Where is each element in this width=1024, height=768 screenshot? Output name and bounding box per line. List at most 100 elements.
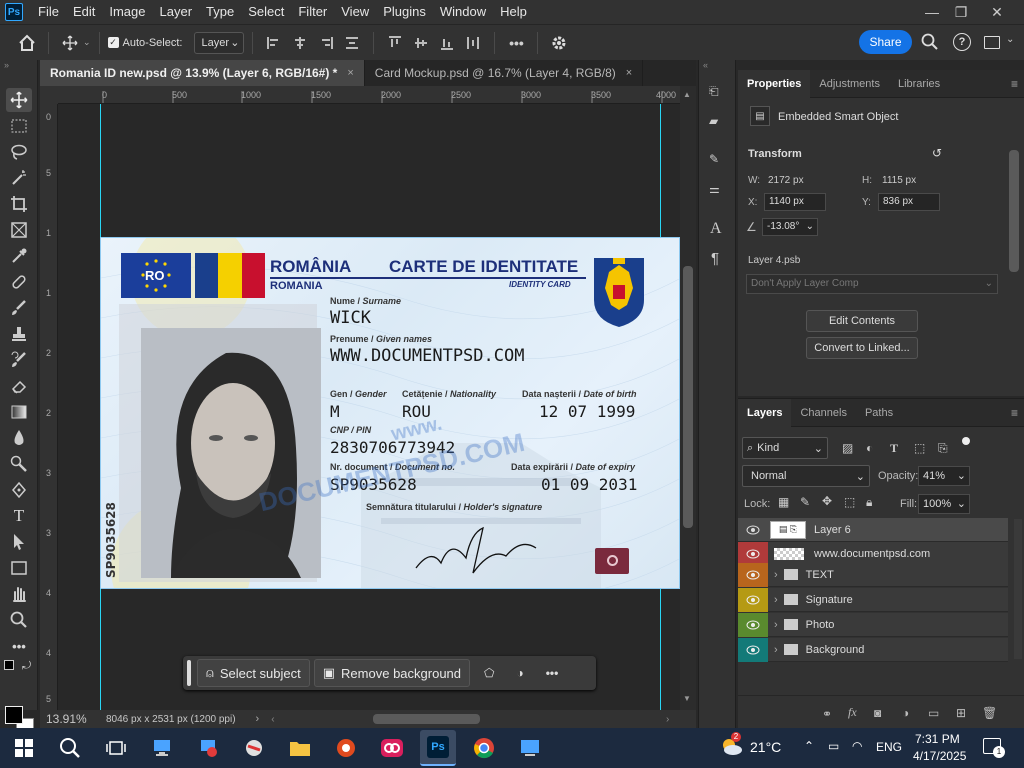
- temperature[interactable]: 21°C: [750, 739, 781, 755]
- gradient-icon[interactable]: [6, 400, 32, 424]
- collapse-icon[interactable]: »: [4, 60, 9, 70]
- chevron-right-icon[interactable]: ›: [256, 713, 260, 725]
- chevron-right-icon[interactable]: ›: [774, 619, 778, 631]
- layer-filter-kind[interactable]: ⌕ Kind ⌄: [742, 437, 828, 459]
- rectangle-tool-icon[interactable]: [6, 556, 32, 580]
- minimize-icon[interactable]: —: [917, 0, 947, 24]
- add-mask-icon[interactable]: ◙: [874, 706, 881, 720]
- drag-handle[interactable]: [187, 660, 191, 686]
- new-group-icon[interactable]: ▭: [928, 706, 939, 720]
- share-button[interactable]: Share: [859, 30, 912, 54]
- y-position-input[interactable]: 836 px: [878, 193, 940, 211]
- battery-icon[interactable]: ▭: [828, 739, 839, 753]
- x-position-input[interactable]: 1140 px: [764, 193, 826, 211]
- hand-tool-icon[interactable]: [6, 582, 32, 606]
- task-view-icon[interactable]: [98, 730, 134, 766]
- swap-colors-icon[interactable]: ⤾: [22, 660, 31, 673]
- default-colors-icon[interactable]: [4, 660, 14, 670]
- panel-menu-icon[interactable]: ≡: [1011, 406, 1018, 420]
- chevron-right-icon[interactable]: ›: [774, 569, 778, 581]
- panel-menu-icon[interactable]: ≡: [1011, 77, 1018, 91]
- adjustments-icon[interactable]: ⚌: [709, 182, 720, 196]
- character-icon[interactable]: A: [710, 220, 722, 238]
- filter-pixel-icon[interactable]: ▨: [842, 441, 853, 455]
- this-pc-icon[interactable]: [144, 730, 180, 766]
- layer-row[interactable]: ▤ ⎘ Layer 6: [738, 518, 1008, 542]
- chevron-down-icon[interactable]: ⌄: [83, 37, 91, 48]
- autoselect-checkbox[interactable]: ✓: [107, 37, 119, 48]
- menu-image[interactable]: Image: [102, 0, 152, 24]
- network-pc-icon[interactable]: [190, 730, 226, 766]
- magic-wand-icon[interactable]: [6, 166, 32, 190]
- filter-toggle-icon[interactable]: [962, 437, 970, 445]
- tab-romania-id[interactable]: Romania ID new.psd @ 13.9% (Layer 6, RGB…: [40, 60, 365, 86]
- control-panel-icon[interactable]: [236, 730, 272, 766]
- filter-shape-icon[interactable]: ⬚: [914, 441, 925, 455]
- link-layers-icon[interactable]: ⚭: [822, 707, 832, 721]
- zoom-tool-icon[interactable]: [6, 608, 32, 632]
- menu-plugins[interactable]: Plugins: [376, 0, 433, 24]
- clone-stamp-icon[interactable]: [6, 322, 32, 346]
- eye-icon[interactable]: [738, 612, 768, 637]
- menu-edit[interactable]: Edit: [66, 0, 102, 24]
- tab-libraries[interactable]: Libraries: [889, 70, 949, 98]
- menu-layer[interactable]: Layer: [153, 0, 200, 24]
- tab-layers[interactable]: Layers: [738, 398, 792, 427]
- select-subject-button[interactable]: ⍝ Select subject: [197, 659, 310, 687]
- close-window-icon[interactable]: ✕: [982, 0, 1012, 24]
- workspace-icon[interactable]: [984, 36, 1000, 49]
- layer-row[interactable]: › Photo: [738, 612, 1008, 637]
- language-indicator[interactable]: ENG: [876, 740, 902, 754]
- eye-icon[interactable]: [738, 587, 768, 612]
- help-icon[interactable]: ?: [953, 33, 971, 51]
- marquee-tool-icon[interactable]: [6, 114, 32, 138]
- type-tool-icon[interactable]: T: [6, 504, 32, 528]
- scroll-right-icon[interactable]: ›: [666, 714, 669, 725]
- restore-icon[interactable]: ❐: [946, 0, 976, 24]
- foreground-color-swatch[interactable]: [5, 706, 23, 724]
- angle-input[interactable]: -13.08° ⌄: [762, 218, 818, 236]
- photoshop-taskbar-icon[interactable]: Ps: [420, 730, 456, 766]
- brush-settings-icon[interactable]: ✎: [709, 152, 719, 166]
- windows-start-icon[interactable]: [6, 730, 42, 766]
- paragraph-icon[interactable]: ¶: [711, 250, 719, 267]
- menu-window[interactable]: Window: [433, 0, 493, 24]
- search-icon[interactable]: [52, 730, 88, 766]
- notification-icon[interactable]: 1: [983, 738, 1005, 758]
- fill-input[interactable]: 100% ⌄: [918, 494, 970, 514]
- lasso-tool-icon[interactable]: [6, 140, 32, 164]
- distribute-icon[interactable]: [339, 30, 365, 56]
- search-icon[interactable]: [921, 33, 939, 54]
- menu-view[interactable]: View: [334, 0, 376, 24]
- more-options-icon[interactable]: •••: [503, 30, 529, 56]
- close-tab-icon[interactable]: ×: [626, 67, 632, 79]
- menu-file[interactable]: File: [31, 0, 66, 24]
- scroll-thumb[interactable]: [683, 266, 693, 528]
- chevron-right-icon[interactable]: ›: [774, 644, 778, 656]
- dodge-tool-icon[interactable]: [6, 452, 32, 476]
- adjustment-icon[interactable]: ◑: [516, 666, 523, 680]
- chevron-up-icon[interactable]: ⌃: [804, 739, 814, 753]
- align-center-h-icon[interactable]: [287, 30, 313, 56]
- filter-type-icon[interactable]: T: [890, 441, 898, 456]
- tab-properties[interactable]: Properties: [738, 69, 811, 98]
- align-bottom-icon[interactable]: [434, 30, 460, 56]
- distribute-v-icon[interactable]: [460, 30, 486, 56]
- tab-channels[interactable]: Channels: [791, 399, 855, 427]
- layer-row[interactable]: › TEXT: [738, 562, 1008, 587]
- clock-time[interactable]: 7:31 PM: [915, 732, 960, 746]
- transform-icon[interactable]: ⬠: [484, 666, 494, 680]
- collapse-icon[interactable]: «: [703, 60, 708, 70]
- eye-icon[interactable]: [738, 637, 768, 662]
- convert-to-linked-button[interactable]: Convert to Linked...: [806, 337, 918, 359]
- horizontal-ruler[interactable]: 0 500 1000 1500 2000 2500 3000 3500 4000: [58, 86, 680, 104]
- new-layer-icon[interactable]: ⊞: [956, 706, 966, 720]
- lock-transparency-icon[interactable]: ▦: [778, 495, 789, 509]
- gear-icon[interactable]: [546, 30, 572, 56]
- blur-tool-icon[interactable]: [6, 426, 32, 450]
- move-tool-icon[interactable]: [57, 30, 83, 56]
- reset-transform-icon[interactable]: ↺: [932, 146, 942, 160]
- creative-cloud-icon[interactable]: [374, 730, 410, 766]
- lock-artboard-icon[interactable]: ⬚: [844, 495, 855, 509]
- clock-date[interactable]: 4/17/2025: [913, 749, 966, 763]
